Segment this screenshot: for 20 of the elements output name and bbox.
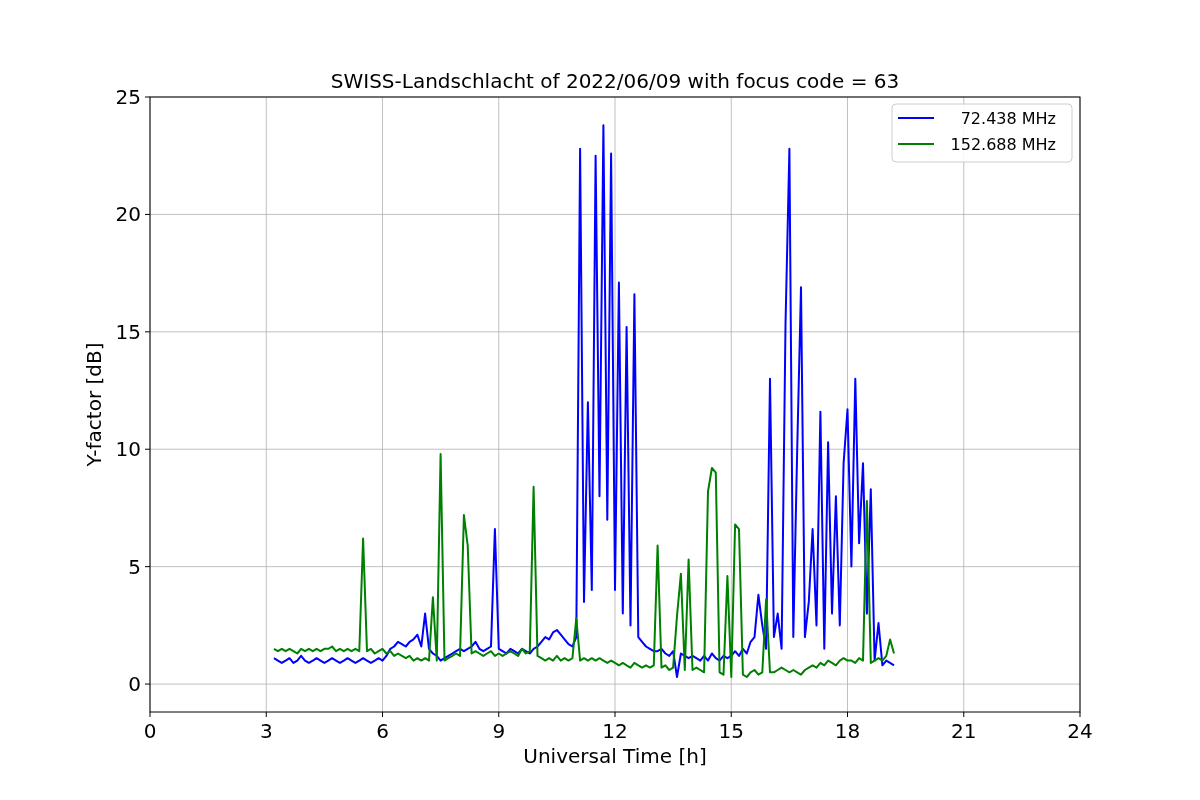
- y-tick-label: 0: [128, 672, 141, 697]
- x-tick-label: 12: [602, 719, 628, 743]
- x-tick-label: 18: [834, 719, 861, 743]
- chart-title: SWISS-Landschlacht of 2022/06/09 with focus code = 63: [330, 69, 900, 93]
- legend-label: 152.688 MHz: [950, 135, 1056, 154]
- y-tick-label: 10: [115, 437, 141, 462]
- x-tick-label: 15: [718, 719, 744, 743]
- x-tick-label: 21: [951, 719, 977, 743]
- x-tick-label: 24: [1067, 719, 1093, 743]
- y-tick-label: 5: [128, 554, 141, 579]
- legend-label: 72.438 MHz: [960, 109, 1056, 128]
- x-tick-label: 6: [376, 719, 389, 743]
- x-tick-label: 0: [143, 719, 157, 743]
- y-tick-label: 25: [115, 85, 141, 109]
- y-axis-label: Y-factor [dB]: [82, 342, 106, 467]
- x-axis-label: Universal Time [h]: [523, 744, 707, 768]
- x-tick-label: 3: [259, 719, 273, 743]
- y-tick-label: 15: [115, 319, 141, 344]
- x-tick-label: 9: [492, 719, 506, 743]
- y-tick-label: 20: [115, 202, 141, 227]
